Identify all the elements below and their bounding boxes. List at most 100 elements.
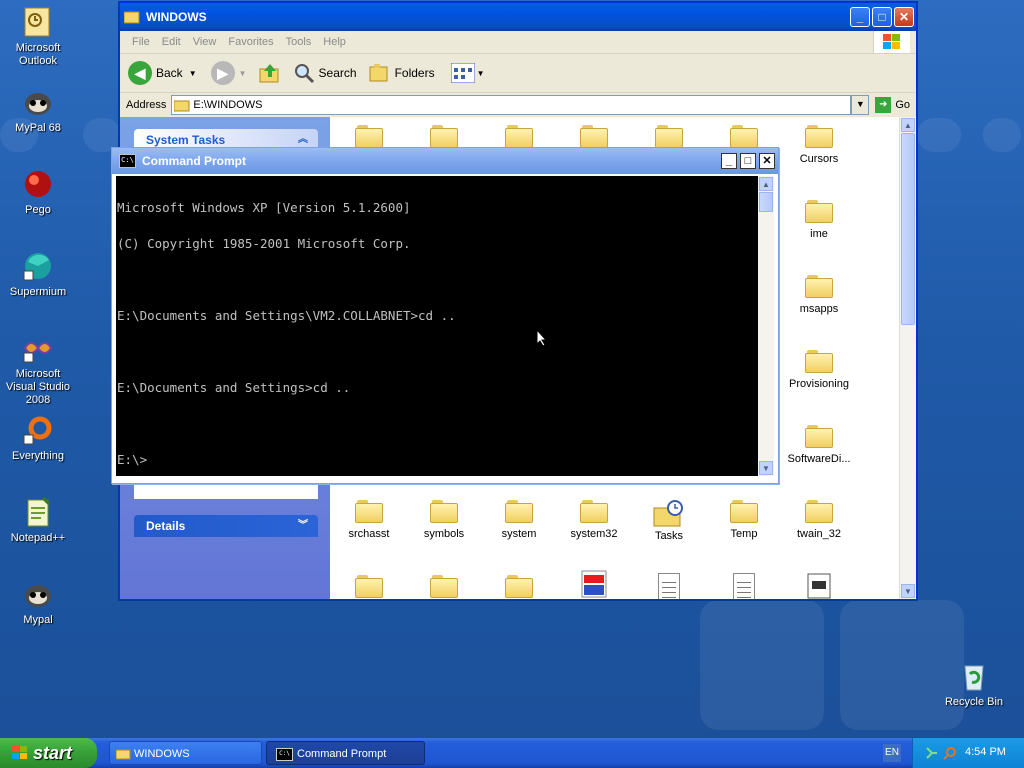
console-scrollbar[interactable]: ▲ ▼ bbox=[758, 176, 774, 476]
scheduled-tasks-folder-icon bbox=[653, 500, 683, 527]
folder-item[interactable] bbox=[332, 575, 406, 599]
search-button[interactable]: Search bbox=[293, 62, 357, 84]
folder-item[interactable]: Temp bbox=[707, 500, 781, 540]
menu-favorites[interactable]: Favorites bbox=[228, 36, 273, 48]
folder-icon bbox=[805, 125, 833, 148]
up-folder-button[interactable] bbox=[259, 62, 281, 84]
command-prompt-icon: C:\ bbox=[276, 748, 293, 761]
scroll-up-button[interactable]: ▲ bbox=[759, 177, 773, 191]
file-item[interactable] bbox=[632, 573, 706, 599]
search-icon[interactable] bbox=[943, 746, 957, 760]
folder-item[interactable]: Provisioning bbox=[782, 350, 856, 390]
taskbar-button-command-prompt[interactable]: C:\ Command Prompt bbox=[266, 741, 425, 765]
folder-icon bbox=[805, 350, 833, 373]
desktop-icon-supermium[interactable]: Supermium bbox=[0, 250, 76, 299]
menu-tools[interactable]: Tools bbox=[286, 36, 312, 48]
desktop-icon-outlook[interactable]: Microsoft Outlook bbox=[0, 6, 76, 68]
file-item[interactable] bbox=[782, 573, 856, 599]
desktop-icon-mypal[interactable]: Mypal bbox=[0, 578, 76, 627]
folder-icon bbox=[805, 200, 833, 223]
explorer-titlebar[interactable]: WINDOWS _ □ ✕ bbox=[120, 3, 916, 31]
address-value: E:\WINDOWS bbox=[193, 99, 263, 111]
desktop-icon-pego[interactable]: Pego bbox=[0, 168, 76, 217]
folder-item[interactable]: SoftwareDi... bbox=[782, 425, 856, 465]
folder-view-scrollbar[interactable]: ▲ ▼ bbox=[899, 117, 916, 599]
folder-icon bbox=[174, 100, 190, 111]
address-dropdown-button[interactable]: ▼ bbox=[851, 95, 870, 115]
folder-label: Tasks bbox=[654, 530, 684, 542]
minimize-button[interactable]: _ bbox=[850, 7, 870, 27]
taskbar: start WINDOWS C:\ Command Prompt 4:54 PM bbox=[0, 738, 1024, 768]
start-button[interactable]: start bbox=[0, 738, 97, 768]
scroll-thumb[interactable] bbox=[759, 192, 773, 212]
desktop-icon-everything[interactable]: Everything bbox=[0, 414, 76, 463]
everything-icon bbox=[23, 416, 52, 445]
start-label: start bbox=[33, 743, 73, 763]
folder-icon bbox=[655, 125, 683, 148]
folder-icon bbox=[355, 575, 383, 598]
maximize-button[interactable]: □ bbox=[740, 153, 756, 169]
desktop-icon-visual-studio[interactable]: Microsoft Visual Studio 2008 bbox=[0, 332, 76, 407]
back-button[interactable]: ◀ Back ▼ bbox=[128, 61, 197, 85]
folder-item[interactable]: system bbox=[482, 500, 556, 540]
folder-label: srchasst bbox=[348, 528, 390, 540]
folder-item[interactable]: twain_32 bbox=[782, 500, 856, 540]
network-icon bbox=[926, 747, 937, 759]
menu-view[interactable]: View bbox=[193, 36, 217, 48]
views-button[interactable]: ▼ bbox=[450, 63, 485, 83]
menu-edit[interactable]: Edit bbox=[162, 36, 181, 48]
desktop-icon-label: Microsoft Outlook bbox=[15, 42, 61, 67]
command-prompt-window[interactable]: C:\ Command Prompt _ □ ✕ Microsoft Windo… bbox=[111, 147, 779, 484]
forward-button[interactable]: ▶ ▼ bbox=[210, 61, 247, 85]
close-button[interactable]: ✕ bbox=[759, 153, 775, 169]
chevron-down-icon: ▼ bbox=[238, 68, 247, 78]
outlook-icon bbox=[24, 7, 50, 37]
folder-item[interactable]: srchasst bbox=[332, 500, 406, 540]
scroll-up-button[interactable]: ▲ bbox=[901, 118, 915, 132]
chevron-down-icon: ︾ bbox=[298, 520, 308, 531]
close-button[interactable]: ✕ bbox=[894, 7, 914, 27]
system-tasks-label: System Tasks bbox=[146, 133, 226, 147]
address-input[interactable]: E:\WINDOWS bbox=[171, 95, 852, 115]
menu-help[interactable]: Help bbox=[323, 36, 346, 48]
desktop-icon-mypal68[interactable]: MyPal 68 bbox=[0, 86, 76, 135]
console-output[interactable]: Microsoft Windows XP [Version 5.1.2600] … bbox=[116, 176, 758, 476]
wallpaper-tile bbox=[917, 118, 961, 152]
folder-item[interactable] bbox=[482, 575, 556, 599]
folder-icon bbox=[355, 500, 383, 523]
folder-item[interactable]: symbols bbox=[407, 500, 481, 540]
language-indicator[interactable]: EN bbox=[883, 744, 901, 762]
desktop-icon-notepadpp[interactable]: Notepad++ bbox=[0, 496, 76, 545]
console-line: (C) Copyright 1985-2001 Microsoft Corp. bbox=[117, 236, 411, 251]
scroll-thumb[interactable] bbox=[901, 133, 915, 325]
desktop-icon-label: Everything bbox=[12, 450, 64, 462]
scroll-down-button[interactable]: ▼ bbox=[901, 584, 915, 598]
forward-arrow-icon: ▶ bbox=[210, 61, 235, 85]
scroll-down-button[interactable]: ▼ bbox=[759, 461, 773, 475]
folder-label: Cursors bbox=[799, 153, 839, 165]
maximize-button[interactable]: □ bbox=[872, 7, 892, 27]
file-item[interactable] bbox=[557, 569, 631, 599]
folder-item[interactable]: Tasks bbox=[632, 500, 706, 542]
folder-label: SoftwareDi... bbox=[787, 453, 851, 465]
folder-item[interactable]: system32 bbox=[557, 500, 631, 540]
command-prompt-titlebar[interactable]: C:\ Command Prompt _ □ ✕ bbox=[112, 148, 778, 174]
folder-item[interactable] bbox=[407, 575, 481, 599]
folder-item[interactable]: msapps bbox=[782, 275, 856, 315]
folder-item[interactable]: Cursors bbox=[782, 125, 856, 165]
minimize-button[interactable]: _ bbox=[721, 153, 737, 169]
file-item[interactable] bbox=[707, 573, 781, 599]
mypal-icon bbox=[25, 93, 51, 115]
search-icon bbox=[294, 64, 314, 84]
menu-file[interactable]: File bbox=[132, 36, 150, 48]
go-button[interactable]: ➜ Go bbox=[875, 97, 910, 113]
folders-label: Folders bbox=[394, 66, 435, 80]
desktop-icon-label: Pego bbox=[25, 204, 51, 216]
taskbar-button-windows[interactable]: WINDOWS bbox=[109, 741, 262, 765]
desktop-icon-recycle-bin[interactable]: Recycle Bin bbox=[936, 660, 1012, 709]
details-header[interactable]: Details ︾ bbox=[134, 515, 318, 537]
folder-label: Provisioning bbox=[789, 378, 849, 390]
folders-button[interactable]: Folders bbox=[369, 62, 435, 84]
folder-item[interactable]: ime bbox=[782, 200, 856, 240]
clock[interactable]: 4:54 PM bbox=[965, 746, 1006, 758]
